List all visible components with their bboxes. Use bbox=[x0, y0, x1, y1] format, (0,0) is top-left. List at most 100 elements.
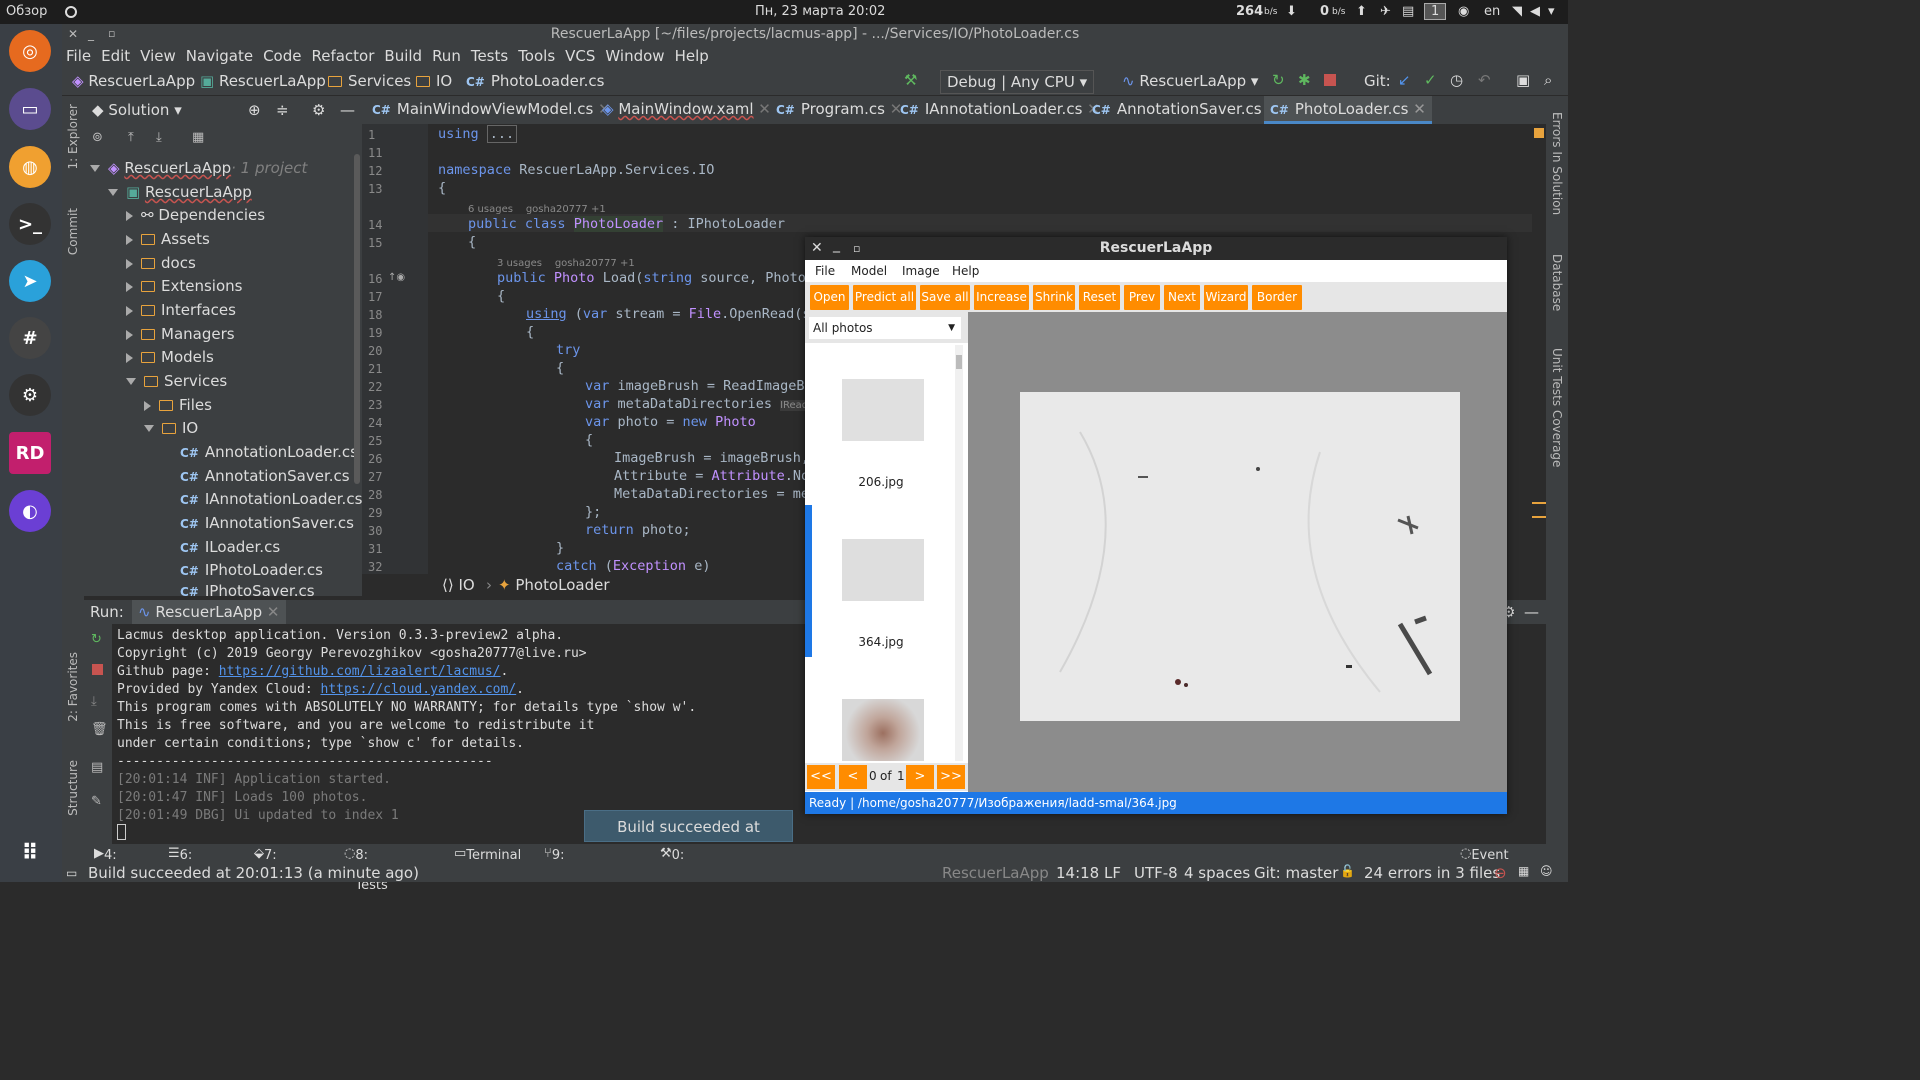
photo-thumbnail[interactable] bbox=[842, 379, 924, 441]
code-lens-class[interactable]: 6 usages gosha20777 +1 bbox=[468, 200, 606, 216]
commit-tool-tab[interactable]: Commit bbox=[66, 208, 80, 255]
tree-item-managers[interactable]: Managers bbox=[126, 323, 235, 345]
telegram-icon[interactable]: ➤ bbox=[9, 260, 51, 302]
thumbs-scrollbar[interactable] bbox=[955, 345, 963, 761]
next-page-button[interactable]: > bbox=[906, 765, 934, 789]
toolwin-terminal[interactable]: ▭ Terminal bbox=[454, 846, 521, 863]
first-page-button[interactable]: << bbox=[807, 765, 835, 789]
show-apps-icon[interactable]: ⠿ bbox=[9, 832, 51, 874]
toolwin-build[interactable]: ⚒ 0: Build bbox=[660, 846, 704, 878]
breadcrumb-solution[interactable]: ◈ RescuerLaApp bbox=[72, 72, 195, 90]
toolwin-repository[interactable]: ⑂ 9: Repository bbox=[544, 846, 621, 878]
clock[interactable]: Пн, 23 марта 20:02 bbox=[755, 4, 885, 19]
menu-navigate[interactable]: Navigate bbox=[186, 47, 253, 65]
tab-program[interactable]: C# Program.cs ✕ bbox=[776, 100, 902, 118]
menu-tests[interactable]: Tests bbox=[471, 47, 508, 65]
prev-button[interactable]: Prev bbox=[1124, 285, 1160, 310]
tree-file[interactable]: C# AnnotationSaver.cs bbox=[180, 465, 350, 487]
tree-item-io[interactable]: IO bbox=[144, 417, 198, 439]
scrollbar-thumb[interactable] bbox=[956, 355, 962, 369]
error-icon[interactable]: ⊖ bbox=[1494, 864, 1507, 882]
warning-indicator-icon[interactable] bbox=[1534, 128, 1544, 138]
prev-page-button[interactable]: < bbox=[839, 765, 867, 789]
expand-icon[interactable]: ⤒ bbox=[128, 130, 134, 145]
stop-icon[interactable] bbox=[92, 664, 103, 675]
tree-item-models[interactable]: Models bbox=[126, 346, 214, 368]
tree-item-assets[interactable]: Assets bbox=[126, 228, 210, 250]
layout-icon[interactable]: ▤ bbox=[91, 760, 103, 775]
settings-gear-icon[interactable]: ⚙ bbox=[312, 101, 325, 119]
increase-button[interactable]: Increase bbox=[974, 285, 1029, 310]
menu-window[interactable]: Window bbox=[605, 47, 664, 65]
toolwin-todo[interactable]: ☰ 6: TODO bbox=[168, 846, 218, 878]
tree-file[interactable]: C# AnnotationLoader.cs bbox=[180, 441, 358, 463]
menu-refactor[interactable]: Refactor bbox=[311, 47, 374, 65]
collapse-all-icon[interactable]: ≑ bbox=[276, 101, 289, 119]
close-tab-icon[interactable]: ✕ bbox=[267, 603, 280, 621]
git-commit-icon[interactable]: ✓ bbox=[1424, 71, 1437, 89]
breadcrumb-project[interactable]: ▣ RescuerLaApp bbox=[200, 72, 326, 90]
errors-tool-tab[interactable]: Errors In Solution bbox=[1550, 112, 1564, 215]
minimize-window-icon[interactable]: _ bbox=[88, 24, 94, 44]
menu-run[interactable]: Run bbox=[432, 47, 461, 65]
memory-icon[interactable]: ▦ bbox=[1518, 864, 1529, 878]
menu-vcs[interactable]: VCS bbox=[565, 47, 595, 65]
workspace-indicator[interactable]: 1 bbox=[1424, 3, 1447, 20]
code-lens-method[interactable]: 3 usages gosha20777 +1 bbox=[497, 254, 635, 270]
tree-file[interactable]: C# IAnnotationSaver.cs bbox=[180, 512, 354, 534]
firefox-icon[interactable]: ◎ bbox=[9, 30, 51, 72]
software-center-icon[interactable]: ◍ bbox=[9, 146, 51, 188]
app-menu-image[interactable]: Image bbox=[902, 264, 940, 278]
preview-icon[interactable]: ▦ bbox=[192, 130, 204, 145]
rerun-icon[interactable]: ↻ bbox=[91, 632, 102, 647]
debug-bug-icon[interactable]: ✱ bbox=[1298, 71, 1311, 89]
git-history-icon[interactable]: ◷ bbox=[1450, 71, 1463, 89]
explorer-tool-tab[interactable]: 1: Explorer bbox=[66, 104, 80, 169]
rider-icon[interactable]: RD bbox=[9, 432, 51, 474]
layout-icon[interactable]: ▣ bbox=[1516, 71, 1530, 89]
lock-icon[interactable]: 🔓 bbox=[1340, 864, 1355, 878]
wizard-button[interactable]: Wizard bbox=[1204, 285, 1248, 310]
toolwin-run[interactable]: ▶ 4: Run bbox=[94, 846, 129, 878]
hide-panel-icon[interactable]: — bbox=[340, 101, 355, 119]
steam-icon[interactable]: ⚙ bbox=[9, 374, 51, 416]
tab-annotationsaver[interactable]: C#AnnotationSaver.cs ✕ bbox=[1092, 100, 1279, 118]
power-icon[interactable]: ▾ bbox=[1548, 4, 1555, 19]
tree-item-dependencies[interactable]: ⚯ Dependencies bbox=[126, 204, 265, 226]
status-project[interactable]: RescuerLaApp bbox=[942, 864, 1049, 882]
photo-thumbnail[interactable] bbox=[842, 539, 924, 601]
menu-edit[interactable]: Edit bbox=[101, 47, 130, 65]
lacmus-app-icon[interactable]: ◐ bbox=[9, 490, 51, 532]
breadcrumb-class[interactable]: ✦ PhotoLoader bbox=[498, 576, 610, 594]
language-indicator[interactable]: en bbox=[1484, 4, 1500, 19]
menu-code[interactable]: Code bbox=[263, 47, 301, 65]
add-item-icon[interactable]: ⊚ bbox=[92, 130, 103, 145]
build-config-dropdown[interactable]: Debug | Any CPU ▾ bbox=[940, 70, 1095, 94]
tree-file[interactable]: C# IPhotoSaver.cs bbox=[180, 580, 315, 596]
caret-position[interactable]: 14:18 bbox=[1056, 864, 1099, 882]
folded-region[interactable]: ... bbox=[486, 125, 518, 143]
predict-all-button[interactable]: Predict all bbox=[853, 285, 916, 310]
locate-icon[interactable]: ⊕ bbox=[248, 101, 261, 119]
minimize-window-icon[interactable]: _ bbox=[833, 234, 840, 257]
photo-filter-dropdown[interactable]: All photos ▼ bbox=[809, 317, 961, 339]
next-button[interactable]: Next bbox=[1164, 285, 1200, 310]
tree-project[interactable]: ▣ RescuerLaApp bbox=[108, 181, 252, 203]
open-button[interactable]: Open bbox=[810, 285, 849, 310]
menu-view[interactable]: View bbox=[140, 47, 176, 65]
warning-mark[interactable] bbox=[1532, 516, 1546, 518]
toolwin-nuget[interactable]: ⬙ 7: NuGet bbox=[254, 846, 305, 878]
files-icon[interactable]: ▭ bbox=[9, 88, 51, 130]
git-branch[interactable]: Git: master bbox=[1254, 864, 1338, 882]
app-indicator-icon[interactable] bbox=[65, 6, 77, 18]
keyboard-tray-icon[interactable]: ▤ bbox=[1402, 4, 1414, 19]
hide-panel-icon[interactable]: — bbox=[1524, 603, 1539, 621]
image-viewer[interactable] bbox=[968, 312, 1507, 792]
tree-item-interfaces[interactable]: Interfaces bbox=[126, 299, 236, 321]
trash-icon[interactable]: 🗑 bbox=[91, 722, 108, 737]
tree-item-extensions[interactable]: Extensions bbox=[126, 275, 242, 297]
breadcrumb-namespace[interactable]: ⟨⟩ IO bbox=[442, 576, 475, 594]
tree-item-docs[interactable]: docs bbox=[126, 252, 196, 274]
git-update-icon[interactable]: ↙ bbox=[1398, 71, 1411, 89]
database-tool-tab[interactable]: Database bbox=[1550, 254, 1564, 311]
